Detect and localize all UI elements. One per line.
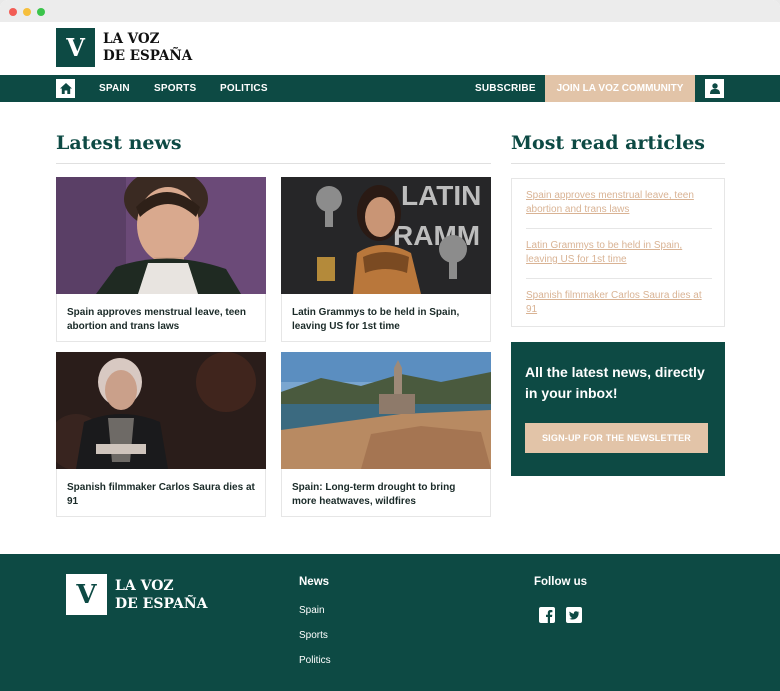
most-read-title: Most read articles: [511, 132, 705, 154]
home-icon: [59, 83, 72, 94]
footer-follow-heading: Follow us: [534, 576, 588, 588]
footer-logo-mark: V: [66, 574, 107, 615]
footer-link-politics[interactable]: Politics: [299, 655, 331, 666]
news-card-title[interactable]: Latin Grammys to be held in Spain, leavi…: [292, 306, 482, 334]
footer-link-spain[interactable]: Spain: [299, 605, 325, 616]
news-card[interactable]: Spain approves menstrual leave, teen abo…: [56, 177, 266, 342]
most-read-divider: [511, 163, 725, 164]
facebook-icon: [539, 607, 555, 623]
news-card-title[interactable]: Spanish filmmaker Carlos Saura dies at 9…: [67, 481, 257, 509]
news-card[interactable]: LATIN RAMM Latin Grammys to be held in S…: [281, 177, 491, 342]
nav-sports[interactable]: SPORTS: [154, 75, 196, 102]
news-card-title[interactable]: Spain: Long-term drought to bring more h…: [292, 481, 482, 509]
most-read-separator: [526, 278, 712, 279]
footer-news-heading: News: [299, 576, 330, 588]
twitter-icon: [566, 607, 582, 623]
newsletter-signup-button[interactable]: SIGN-UP FOR THE NEWSLETTER: [525, 423, 708, 453]
footer-link-sports[interactable]: Sports: [299, 630, 328, 641]
news-image-drought: [281, 352, 491, 469]
latest-news-divider: [56, 163, 491, 164]
footer-logo-text: LA VOZ DE ESPAÑA: [115, 577, 208, 613]
news-image-menstrual-leave: [56, 177, 266, 294]
svg-text:RAMM: RAMM: [393, 220, 480, 251]
most-read-list: Spain approves menstrual leave, teen abo…: [511, 178, 725, 327]
home-button[interactable]: [56, 79, 75, 98]
news-card-title[interactable]: Spain approves menstrual leave, teen abo…: [67, 306, 257, 334]
facebook-link[interactable]: [539, 607, 555, 623]
join-community-button[interactable]: JOIN LA VOZ COMMUNITY: [545, 75, 695, 102]
nav-subscribe[interactable]: SUBSCRIBE: [475, 75, 536, 102]
footer-logo[interactable]: V LA VOZ DE ESPAÑA: [66, 574, 208, 615]
nav-politics[interactable]: POLITICS: [220, 75, 268, 102]
nav-spain[interactable]: SPAIN: [99, 75, 130, 102]
logo-text: LA VOZ DE ESPAÑA: [103, 31, 192, 65]
newsletter-text: All the latest news, directly in your in…: [525, 364, 705, 401]
main-navbar: SPAIN SPORTS POLITICS SUBSCRIBE JOIN LA …: [0, 75, 780, 102]
window-titlebar: [0, 0, 780, 22]
most-read-link[interactable]: Latin Grammys to be held in Spain, leavi…: [526, 239, 712, 267]
browser-window: V LA VOZ DE ESPAÑA SPAIN SPORTS POLITICS…: [0, 0, 780, 691]
maximize-window-button[interactable]: [37, 8, 45, 16]
most-read-link[interactable]: Spain approves menstrual leave, teen abo…: [526, 189, 712, 217]
site-footer: V LA VOZ DE ESPAÑA News Spain Sports Pol…: [0, 554, 780, 691]
minimize-window-button[interactable]: [23, 8, 31, 16]
footer-logo-line-1: LA VOZ: [115, 577, 174, 594]
user-icon: [709, 83, 720, 94]
latest-news-title: Latest news: [56, 132, 182, 154]
site-logo[interactable]: V LA VOZ DE ESPAÑA: [56, 28, 192, 67]
twitter-link[interactable]: [566, 607, 582, 623]
site-header: V LA VOZ DE ESPAÑA: [0, 22, 780, 75]
svg-text:LATIN: LATIN: [401, 180, 481, 211]
account-button[interactable]: [705, 79, 724, 98]
logo-line-2: DE ESPAÑA: [103, 47, 193, 64]
most-read-link[interactable]: Spanish filmmaker Carlos Saura dies at 9…: [526, 289, 712, 317]
logo-mark: V: [56, 28, 95, 67]
news-card[interactable]: Spanish filmmaker Carlos Saura dies at 9…: [56, 352, 266, 517]
news-image-latin-grammys: LATIN RAMM: [281, 177, 491, 294]
close-window-button[interactable]: [9, 8, 17, 16]
footer-logo-line-2: DE ESPAÑA: [115, 595, 208, 612]
logo-line-1: LA VOZ: [103, 30, 160, 47]
news-card[interactable]: Spain: Long-term drought to bring more h…: [281, 352, 491, 517]
most-read-separator: [526, 228, 712, 229]
newsletter-box: All the latest news, directly in your in…: [511, 342, 725, 476]
news-image-carlos-saura: [56, 352, 266, 469]
